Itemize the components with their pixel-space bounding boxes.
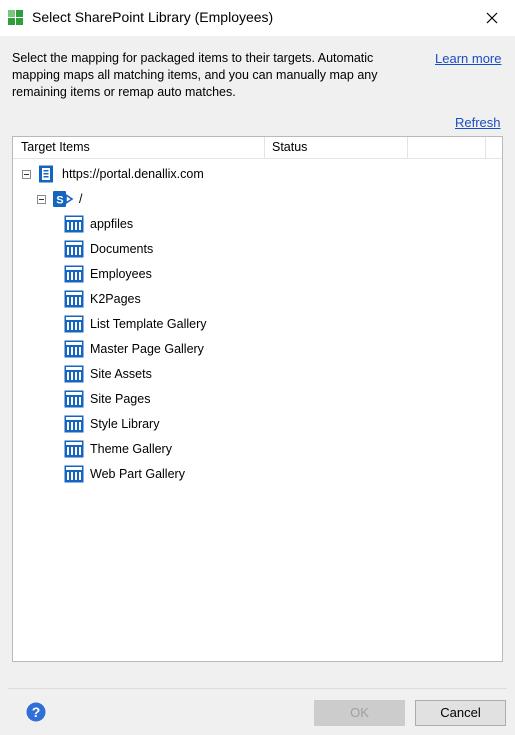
document-library-icon <box>64 265 84 283</box>
document-library-icon <box>64 415 84 433</box>
library-label: Employees <box>90 267 152 281</box>
app-logo-icon <box>8 10 23 25</box>
document-library-icon <box>64 240 84 258</box>
tree-node-site[interactable]: https://portal.denallix.com <box>22 163 204 185</box>
library-label: Master Page Gallery <box>90 342 204 356</box>
refresh-link[interactable]: Refresh <box>455 115 501 130</box>
document-library-icon <box>64 215 84 233</box>
ok-button[interactable]: OK <box>314 700 405 726</box>
svg-text:S: S <box>56 195 63 207</box>
tree-node-library[interactable]: List Template Gallery <box>64 313 207 335</box>
footer-divider <box>8 688 507 689</box>
column-header-target-items[interactable]: Target Items <box>13 137 265 158</box>
library-label: Style Library <box>90 417 160 431</box>
title-bar: Select SharePoint Library (Employees) <box>0 0 515 36</box>
svg-text:?: ? <box>32 704 41 720</box>
tree-node-library[interactable]: Site Assets <box>64 363 152 385</box>
tree-node-library[interactable]: Theme Gallery <box>64 438 172 460</box>
document-library-icon <box>64 365 84 383</box>
document-library-icon <box>64 290 84 308</box>
tree-node-library[interactable]: K2Pages <box>64 288 141 310</box>
library-label: Site Pages <box>90 392 151 406</box>
sharepoint-site-icon: S <box>53 191 74 207</box>
library-label: K2Pages <box>90 292 141 306</box>
document-library-icon <box>64 465 84 483</box>
document-library-icon <box>64 340 84 358</box>
tree-node-library[interactable]: Master Page Gallery <box>64 338 204 360</box>
collapse-toggle-icon[interactable] <box>22 169 31 179</box>
library-label: appfiles <box>90 217 134 231</box>
target-items-tree[interactable]: Target Items Status https://portal.denal… <box>12 136 503 662</box>
library-label: List Template Gallery <box>90 317 207 331</box>
site-collection-icon <box>39 165 53 183</box>
tree-node-library[interactable]: Employees <box>64 263 152 285</box>
close-icon <box>486 12 498 24</box>
collapse-toggle-icon[interactable] <box>37 194 46 204</box>
library-label: Web Part Gallery <box>90 467 185 481</box>
column-header-empty <box>408 137 486 158</box>
help-icon[interactable]: ? <box>26 702 46 722</box>
description-text: Select the mapping for packaged items to… <box>12 51 378 99</box>
library-label: Site Assets <box>90 367 152 381</box>
document-library-icon <box>64 440 84 458</box>
document-library-icon <box>64 390 84 408</box>
site-url-label: https://portal.denallix.com <box>62 167 204 181</box>
learn-more-link[interactable]: Learn more <box>435 51 501 66</box>
cancel-button[interactable]: Cancel <box>415 700 506 726</box>
tree-node-library[interactable]: Style Library <box>64 413 159 435</box>
tree-node-web[interactable]: S / <box>37 188 82 210</box>
window-title: Select SharePoint Library (Employees) <box>32 9 274 25</box>
library-label: Theme Gallery <box>90 442 172 456</box>
tree-node-library[interactable]: Web Part Gallery <box>64 463 185 485</box>
library-label: Documents <box>90 242 154 256</box>
tree-node-library[interactable]: Documents <box>64 238 153 260</box>
web-path-label: / <box>79 192 83 206</box>
column-header-row: Target Items Status <box>13 137 502 159</box>
document-library-icon <box>64 315 84 333</box>
tree-node-library[interactable]: appfiles <box>64 213 133 235</box>
column-header-status[interactable]: Status <box>265 137 408 158</box>
tree-node-library[interactable]: Site Pages <box>64 388 150 410</box>
close-button[interactable] <box>469 0 515 36</box>
